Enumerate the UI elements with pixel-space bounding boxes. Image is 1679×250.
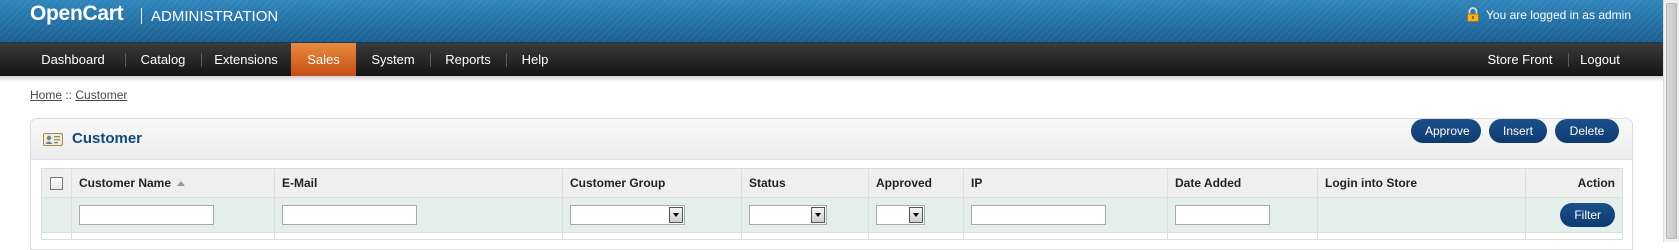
- filter-cell-email: [274, 197, 563, 233]
- page-title: Customer: [72, 130, 143, 147]
- column-header-customer-group[interactable]: Customer Group: [562, 168, 742, 198]
- filter-row: Filter: [41, 197, 1623, 233]
- login-status: You are logged in as admin: [1466, 7, 1631, 22]
- menu-divider: [430, 53, 431, 67]
- menu-item-catalog[interactable]: Catalog: [133, 43, 193, 76]
- table-cell: [274, 232, 563, 240]
- customer-panel: Customer Approve Insert Delete Customer …: [30, 118, 1633, 250]
- filter-cell-date-added: [1167, 197, 1318, 233]
- filter-cell-approved: [868, 197, 964, 233]
- menu-item-logout[interactable]: Logout: [1575, 43, 1625, 76]
- column-header-action: Action: [1525, 168, 1623, 198]
- column-header-status[interactable]: Status: [741, 168, 869, 198]
- sort-asc-icon: [177, 181, 186, 186]
- column-header-ip[interactable]: IP: [963, 168, 1168, 198]
- table-cell: [71, 232, 275, 240]
- logo-divider: [141, 8, 142, 24]
- lock-icon: [1467, 7, 1479, 22]
- scrollbar-thumb[interactable]: [1666, 3, 1677, 239]
- filter-cell-status: [741, 197, 869, 233]
- header-bar: OpenCart ADMINISTRATION You are logged i…: [0, 0, 1679, 43]
- filter-cell-empty: [41, 197, 72, 233]
- table-cell: [1525, 232, 1623, 240]
- menu-divider: [125, 53, 126, 67]
- main-menu: Dashboard Catalog Extensions Sales Syste…: [0, 43, 1679, 76]
- menu-item-sales[interactable]: Sales: [291, 43, 356, 76]
- column-header-label: Customer Name: [79, 176, 172, 190]
- select-all-checkbox[interactable]: [50, 176, 63, 190]
- breadcrumb-customer-link[interactable]: Customer: [75, 88, 127, 102]
- table-header-row: Customer Name E-Mail Customer Group Stat…: [41, 168, 1623, 198]
- column-header-email[interactable]: E-Mail: [274, 168, 563, 198]
- table-cell: [1317, 232, 1526, 240]
- menu-item-store-front[interactable]: Store Front: [1480, 43, 1560, 76]
- breadcrumb-separator: ::: [62, 88, 76, 102]
- customer-table: Customer Name E-Mail Customer Group Stat…: [41, 168, 1623, 240]
- menu-shadow: [0, 76, 1679, 82]
- filter-ip-input[interactable]: [971, 205, 1106, 225]
- filter-cell-login: [1317, 197, 1526, 233]
- opencart-logo[interactable]: OpenCart: [30, 2, 124, 26]
- table-cell: [963, 232, 1168, 240]
- column-header-date-added[interactable]: Date Added: [1167, 168, 1318, 198]
- table-cell: [41, 232, 72, 240]
- filter-name-input[interactable]: [79, 205, 214, 225]
- vertical-scrollbar[interactable]: [1663, 0, 1679, 242]
- menu-item-reports[interactable]: Reports: [437, 43, 499, 76]
- select-all-cell: [41, 168, 72, 198]
- table-row: [41, 232, 1623, 240]
- breadcrumb: Home :: Customer: [30, 88, 127, 102]
- menu-divider: [1568, 53, 1569, 67]
- filter-date-added-input[interactable]: [1175, 205, 1270, 225]
- menu-divider: [201, 53, 202, 67]
- filter-cell-ip: [963, 197, 1168, 233]
- filter-customer-group-select[interactable]: [570, 205, 685, 225]
- dropdown-arrow-icon[interactable]: [669, 207, 683, 223]
- dropdown-arrow-icon[interactable]: [909, 207, 923, 223]
- filter-button[interactable]: Filter: [1560, 203, 1615, 227]
- approve-button[interactable]: Approve: [1411, 119, 1481, 143]
- menu-item-system[interactable]: System: [363, 43, 423, 76]
- menu-divider: [506, 53, 507, 67]
- table-cell: [562, 232, 742, 240]
- column-header-approved[interactable]: Approved: [868, 168, 964, 198]
- login-text: You are logged in as admin: [1486, 7, 1631, 22]
- table-cell: [741, 232, 869, 240]
- breadcrumb-home-link[interactable]: Home: [30, 88, 62, 102]
- filter-cell-group: [562, 197, 742, 233]
- table-cell: [1167, 232, 1318, 240]
- filter-cell-name: [71, 197, 275, 233]
- panel-heading: Customer Approve Insert Delete: [31, 119, 1632, 160]
- menu-item-help[interactable]: Help: [513, 43, 557, 76]
- menu-item-dashboard[interactable]: Dashboard: [30, 43, 116, 76]
- delete-button[interactable]: Delete: [1555, 119, 1619, 143]
- filter-cell-action: Filter: [1525, 197, 1623, 233]
- column-header-login-into-store: Login into Store: [1317, 168, 1526, 198]
- filter-email-input[interactable]: [282, 205, 417, 225]
- table-cell: [868, 232, 964, 240]
- column-header-customer-name[interactable]: Customer Name: [71, 168, 275, 198]
- menu-item-extensions[interactable]: Extensions: [208, 43, 284, 76]
- insert-button[interactable]: Insert: [1489, 119, 1547, 143]
- filter-approved-select[interactable]: [876, 205, 925, 225]
- dropdown-arrow-icon[interactable]: [811, 207, 825, 223]
- customer-card-icon: [43, 133, 63, 146]
- admin-title: ADMINISTRATION: [151, 8, 279, 25]
- filter-status-select[interactable]: [749, 205, 827, 225]
